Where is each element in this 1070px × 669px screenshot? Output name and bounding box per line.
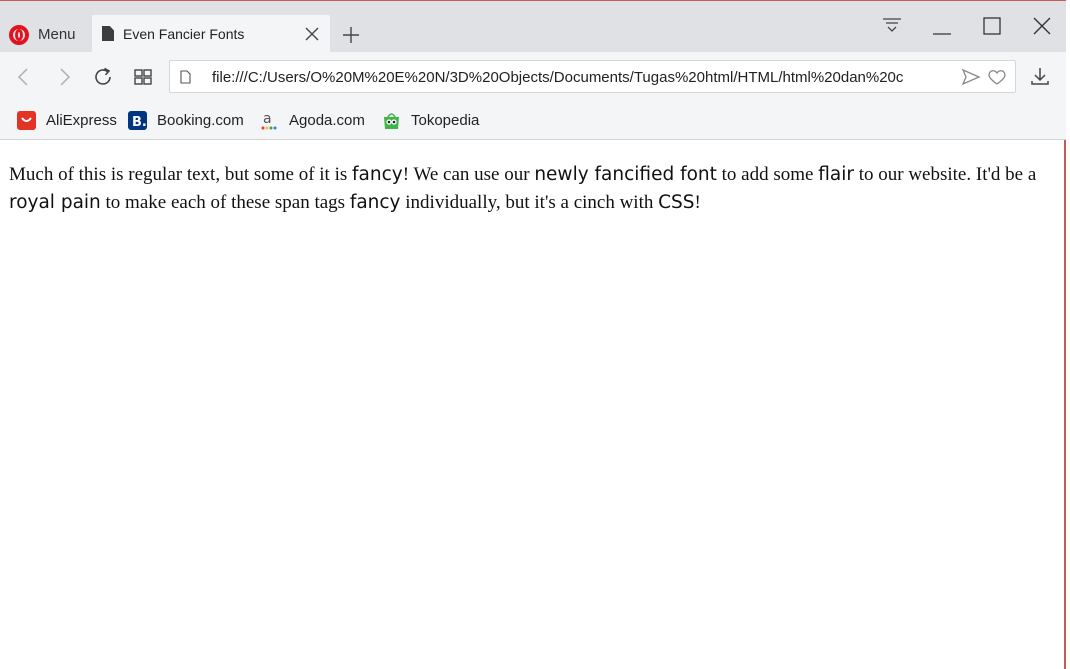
speed-dial-icon[interactable] <box>132 66 154 88</box>
bookmark-label: Agoda.com <box>289 111 365 129</box>
tokopedia-icon <box>382 111 401 130</box>
minimize-icon[interactable] <box>925 11 959 41</box>
page-content: Much of this is regular text, but some o… <box>9 161 1057 217</box>
svg-text:B.: B. <box>132 115 147 130</box>
aliexpress-icon <box>17 110 36 130</box>
fancy-span: CSS <box>658 192 695 213</box>
svg-text:a: a <box>263 111 272 127</box>
menu-label: Menu <box>38 26 76 43</box>
tab-title: Even Fancier Fonts <box>123 26 245 42</box>
bookmark-booking[interactable]: B. Booking.com <box>128 109 244 131</box>
fancy-span: flair <box>818 164 854 185</box>
bookmark-aliexpress[interactable]: AliExpress <box>17 109 117 131</box>
url-text[interactable]: file:///C:/Users/O%20M%20E%20N/3D%20Obje… <box>212 69 957 86</box>
close-window-icon[interactable] <box>1025 11 1059 41</box>
opera-menu-button[interactable]: Menu <box>0 15 90 53</box>
back-icon[interactable] <box>13 66 35 88</box>
fancy-span: newly fancified font <box>534 164 717 185</box>
booking-icon: B. <box>128 110 147 130</box>
fancy-span: fancy <box>352 164 403 185</box>
tab-menu-icon[interactable] <box>875 11 909 41</box>
bookmark-agoda[interactable]: a Agoda.com <box>260 109 365 131</box>
paragraph-text: ! <box>694 192 701 213</box>
reload-icon[interactable] <box>92 66 114 88</box>
agoda-icon: a <box>260 111 279 130</box>
paragraph-text: individually, but it's a cinch with <box>400 192 659 213</box>
new-tab-icon[interactable] <box>340 24 362 46</box>
bookmark-tokopedia[interactable]: Tokopedia <box>382 109 479 131</box>
browser-window: Menu Even Fancier Fonts file:///C:/Users… <box>0 0 1066 669</box>
paragraph-text: to make each of these span tags <box>100 192 350 213</box>
paragraph-text: ! We can use our <box>402 164 535 185</box>
navigation-toolbar: file:///C:/Users/O%20M%20E%20N/3D%20Obje… <box>0 52 1066 101</box>
bookmark-label: Booking.com <box>157 111 244 129</box>
forward-icon[interactable] <box>53 66 75 88</box>
maximize-icon[interactable] <box>975 11 1009 41</box>
fancy-span: fancy <box>349 192 401 213</box>
opera-logo-icon <box>9 25 29 45</box>
fancy-span: royal pain <box>9 192 101 213</box>
tab-close-icon[interactable] <box>302 24 322 44</box>
bookmark-label: AliExpress <box>46 111 117 129</box>
tab-strip: Menu Even Fancier Fonts <box>0 1 1066 53</box>
address-bar[interactable]: file:///C:/Users/O%20M%20E%20N/3D%20Obje… <box>169 60 1016 93</box>
bookmark-label: Tokopedia <box>411 111 480 129</box>
send-icon[interactable] <box>961 68 981 86</box>
paragraph-text: to add some <box>716 164 819 185</box>
tab-active[interactable]: Even Fancier Fonts <box>92 15 330 53</box>
heart-icon[interactable] <box>987 68 1007 86</box>
paragraph-text: Much of this is regular text, but some o… <box>9 164 353 185</box>
paragraph-text: to our website. It'd be a <box>853 164 1037 185</box>
download-icon[interactable] <box>1029 65 1051 87</box>
file-icon <box>180 70 191 84</box>
document-icon <box>102 26 114 41</box>
bookmarks-bar: AliExpress B. Booking.com a Agoda.com To… <box>0 101 1066 140</box>
